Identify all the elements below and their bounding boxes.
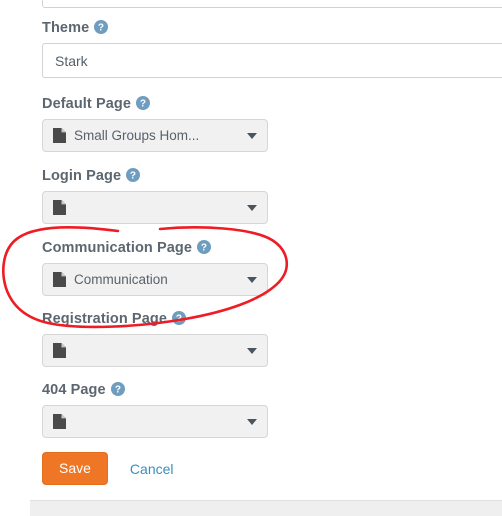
save-button[interactable]: Save xyxy=(42,452,108,485)
help-circle-icon-404-page[interactable]: ? xyxy=(110,382,125,396)
caret-down-icon-login-page[interactable] xyxy=(247,204,257,211)
field-login-page: Login Page? xyxy=(42,168,268,224)
svg-text:?: ? xyxy=(98,23,104,34)
field-label-theme-text: Theme xyxy=(42,20,90,36)
left-gutter xyxy=(0,0,30,516)
help-circle-icon-communication-page[interactable]: ? xyxy=(197,240,212,254)
registration-page-picker[interactable] xyxy=(42,334,268,367)
field-label-login-page: Login Page? xyxy=(42,168,268,184)
field-label-communication-page-text: Communication Page xyxy=(42,240,193,256)
login-page-picker[interactable] xyxy=(42,191,268,224)
document-icon-404-page xyxy=(53,414,66,429)
svg-text:?: ? xyxy=(140,99,146,110)
form-actions: Save Cancel xyxy=(42,452,174,485)
previous-field-input-partial[interactable] xyxy=(42,0,502,8)
field-label-communication-page: Communication Page? xyxy=(42,240,268,256)
document-icon-communication-page xyxy=(53,272,66,287)
caret-down-icon-communication-page[interactable] xyxy=(247,276,257,283)
field-label-default-page: Default Page? xyxy=(42,96,268,112)
field-label-404-page-text: 404 Page xyxy=(42,382,106,398)
field-label-404-page: 404 Page? xyxy=(42,382,268,398)
settings-form-page: Theme? Default Page? Small Groups Hom...… xyxy=(0,0,502,516)
field-registration-page: Registration Page? xyxy=(42,311,268,367)
field-default-page: Default Page? Small Groups Hom... xyxy=(42,96,268,152)
cancel-link[interactable]: Cancel xyxy=(130,461,174,477)
caret-down-icon-404-page[interactable] xyxy=(247,418,257,425)
document-icon-registration-page xyxy=(53,343,66,358)
field-label-login-page-text: Login Page xyxy=(42,168,122,184)
field-label-registration-page-text: Registration Page xyxy=(42,311,167,327)
footer-strip xyxy=(30,500,502,516)
communication-page-picker[interactable]: Communication xyxy=(42,263,268,296)
field-communication-page: Communication Page? Communication xyxy=(42,240,268,296)
theme-input[interactable] xyxy=(42,43,502,78)
svg-text:?: ? xyxy=(201,243,207,254)
default-page-picker[interactable]: Small Groups Hom... xyxy=(42,119,268,152)
field-label-theme: Theme? xyxy=(42,20,502,36)
help-circle-icon-registration-page[interactable]: ? xyxy=(171,311,186,325)
svg-text:?: ? xyxy=(130,171,136,182)
caret-down-icon-default-page[interactable] xyxy=(247,132,257,139)
field-theme: Theme? xyxy=(42,20,502,78)
field-label-default-page-text: Default Page xyxy=(42,96,132,112)
help-circle-icon-login-page[interactable]: ? xyxy=(126,168,141,182)
default-page-value: Small Groups Hom... xyxy=(74,128,200,143)
caret-down-icon-registration-page[interactable] xyxy=(247,347,257,354)
404-page-picker[interactable] xyxy=(42,405,268,438)
svg-text:?: ? xyxy=(176,314,182,325)
document-icon-login-page xyxy=(53,200,66,215)
field-404-page: 404 Page? xyxy=(42,382,268,438)
field-label-registration-page: Registration Page? xyxy=(42,311,268,327)
help-circle-icon-default-page[interactable]: ? xyxy=(136,96,151,110)
svg-text:?: ? xyxy=(115,385,121,396)
document-icon-default-page xyxy=(53,128,66,143)
communication-page-value: Communication xyxy=(74,272,168,287)
help-circle-icon-theme[interactable]: ? xyxy=(94,20,109,34)
